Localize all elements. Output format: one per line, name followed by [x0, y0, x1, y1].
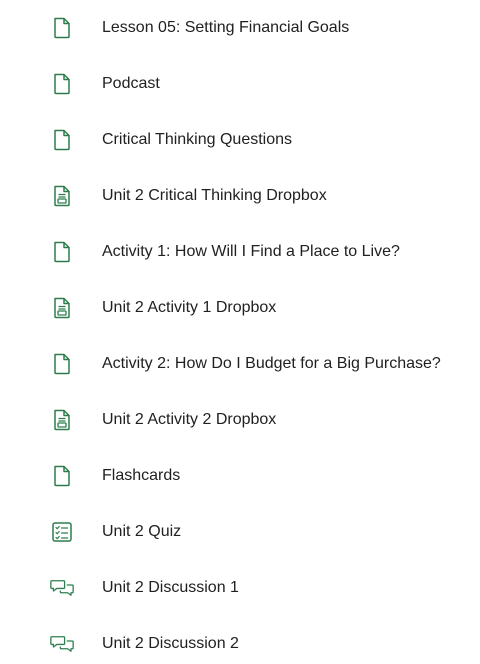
list-item-quiz[interactable]: Unit 2 Quiz [0, 512, 480, 552]
list-item-critical-thinking-questions[interactable]: Critical Thinking Questions [0, 120, 480, 160]
list-item-label: Activity 1: How Will I Find a Place to L… [102, 243, 400, 260]
quiz-icon [50, 520, 74, 544]
list-item-activity-1[interactable]: Activity 1: How Will I Find a Place to L… [0, 232, 480, 272]
document-icon [50, 240, 74, 264]
dropbox-icon [50, 296, 74, 320]
list-item-discussion-1[interactable]: Unit 2 Discussion 1 [0, 568, 480, 608]
document-icon [50, 128, 74, 152]
document-icon [50, 16, 74, 40]
content-list: Lesson 05: Setting Financial Goals Podca… [0, 0, 480, 664]
document-icon [50, 464, 74, 488]
list-item-activity-2[interactable]: Activity 2: How Do I Budget for a Big Pu… [0, 344, 480, 384]
document-icon [50, 72, 74, 96]
list-item-label: Unit 2 Quiz [102, 523, 182, 540]
list-item-activity-1-dropbox[interactable]: Unit 2 Activity 1 Dropbox [0, 288, 480, 328]
document-icon [50, 352, 74, 376]
dropbox-icon [50, 184, 74, 208]
list-item-label: Lesson 05: Setting Financial Goals [102, 19, 350, 36]
discussion-icon [50, 576, 74, 600]
list-item-label: Activity 2: How Do I Budget for a Big Pu… [102, 355, 441, 372]
list-item-label: Unit 2 Activity 1 Dropbox [102, 299, 277, 316]
list-item-label: Unit 2 Discussion 1 [102, 579, 239, 596]
list-item-discussion-2[interactable]: Unit 2 Discussion 2 [0, 624, 480, 664]
discussion-icon [50, 632, 74, 656]
list-item-label: Flashcards [102, 467, 181, 484]
list-item-label: Unit 2 Critical Thinking Dropbox [102, 187, 327, 204]
list-item-activity-2-dropbox[interactable]: Unit 2 Activity 2 Dropbox [0, 400, 480, 440]
list-item-label: Unit 2 Discussion 2 [102, 635, 239, 652]
list-item-label: Podcast [102, 75, 160, 92]
list-item-flashcards[interactable]: Flashcards [0, 456, 480, 496]
list-item-label: Critical Thinking Questions [102, 131, 293, 148]
list-item-lesson-05[interactable]: Lesson 05: Setting Financial Goals [0, 8, 480, 48]
dropbox-icon [50, 408, 74, 432]
list-item-critical-thinking-dropbox[interactable]: Unit 2 Critical Thinking Dropbox [0, 176, 480, 216]
list-item-label: Unit 2 Activity 2 Dropbox [102, 411, 277, 428]
list-item-podcast[interactable]: Podcast [0, 64, 480, 104]
